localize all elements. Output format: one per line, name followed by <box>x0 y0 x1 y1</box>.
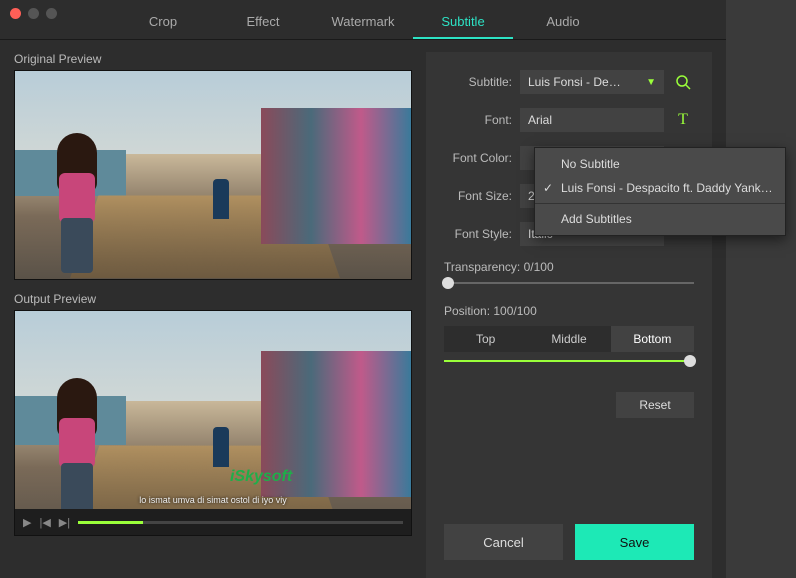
dropdown-item-no-subtitle[interactable]: No Subtitle <box>535 152 785 176</box>
position-buttons: Top Middle Bottom <box>444 326 694 352</box>
subtitle-select-value: Luis Fonsi - De… <box>528 75 621 89</box>
close-window-button[interactable] <box>10 8 21 19</box>
action-buttons: Cancel Save <box>444 524 694 560</box>
output-preview: iSkysoft lo ismat umva di simat ostol di… <box>14 310 412 536</box>
font-select[interactable]: Arial <box>520 108 664 132</box>
reset-button[interactable]: Reset <box>616 392 694 418</box>
transparency-label: Transparency: 0/100 <box>426 260 712 274</box>
tab-effect[interactable]: Effect <box>213 8 313 39</box>
transparency-slider[interactable] <box>444 282 694 284</box>
cancel-button[interactable]: Cancel <box>444 524 563 560</box>
dropdown-item-selected-file[interactable]: Luis Fonsi - Despacito ft. Daddy Yankee.… <box>535 176 785 200</box>
original-preview <box>14 70 412 280</box>
window-traffic-lights <box>10 8 57 19</box>
position-bottom-button[interactable]: Bottom <box>611 326 694 352</box>
chevron-down-icon: ▼ <box>646 77 656 88</box>
output-preview-label: Output Preview <box>14 292 412 306</box>
tab-watermark[interactable]: Watermark <box>313 8 413 39</box>
tab-subtitle[interactable]: Subtitle <box>413 8 513 39</box>
font-style-label: Font Style: <box>444 227 520 241</box>
font-size-label: Font Size: <box>444 189 520 203</box>
position-top-button[interactable]: Top <box>444 326 527 352</box>
font-label: Font: <box>444 113 520 127</box>
font-color-label: Font Color: <box>444 151 520 165</box>
subtitle-select[interactable]: Luis Fonsi - De… ▼ <box>520 70 664 94</box>
font-picker-icon[interactable]: T <box>672 109 694 131</box>
subtitle-dropdown-menu: No Subtitle Luis Fonsi - Despacito ft. D… <box>534 147 786 236</box>
tab-crop[interactable]: Crop <box>113 8 213 39</box>
dropdown-item-add-subtitles[interactable]: Add Subtitles <box>535 207 785 231</box>
editor-window: Crop Effect Watermark Subtitle Audio Ori… <box>0 0 726 578</box>
video-controls: ▶ |◀ ▶| <box>15 509 411 535</box>
prev-frame-button[interactable]: |◀ <box>39 516 50 529</box>
position-slider[interactable] <box>444 360 694 362</box>
play-button[interactable]: ▶ <box>23 516 31 529</box>
video-progress[interactable] <box>78 521 403 524</box>
font-select-value: Arial <box>528 113 552 127</box>
settings-panel: Subtitle: Luis Fonsi - De… ▼ Font: Arial… <box>426 52 712 578</box>
next-frame-button[interactable]: ▶| <box>59 516 70 529</box>
preview-column: Original Preview Output Preview iSkysoft… <box>14 52 412 578</box>
transparency-thumb[interactable] <box>442 277 454 289</box>
minimize-window-button[interactable] <box>28 8 39 19</box>
tab-audio[interactable]: Audio <box>513 8 613 39</box>
position-label: Position: 100/100 <box>426 304 712 318</box>
top-tabs: Crop Effect Watermark Subtitle Audio <box>0 0 726 40</box>
position-middle-button[interactable]: Middle <box>527 326 610 352</box>
maximize-window-button[interactable] <box>46 8 57 19</box>
content-area: Original Preview Output Preview iSkysoft… <box>0 40 726 578</box>
original-preview-label: Original Preview <box>14 52 412 66</box>
subtitle-preview-text: lo ismat umva di simat ostol di iyo viy <box>15 495 411 505</box>
dropdown-separator <box>535 203 785 204</box>
search-subtitle-icon[interactable] <box>672 71 694 93</box>
watermark-text: iSkysoft <box>230 468 292 486</box>
position-thumb[interactable] <box>684 355 696 367</box>
save-button[interactable]: Save <box>575 524 694 560</box>
subtitle-label: Subtitle: <box>444 75 520 89</box>
